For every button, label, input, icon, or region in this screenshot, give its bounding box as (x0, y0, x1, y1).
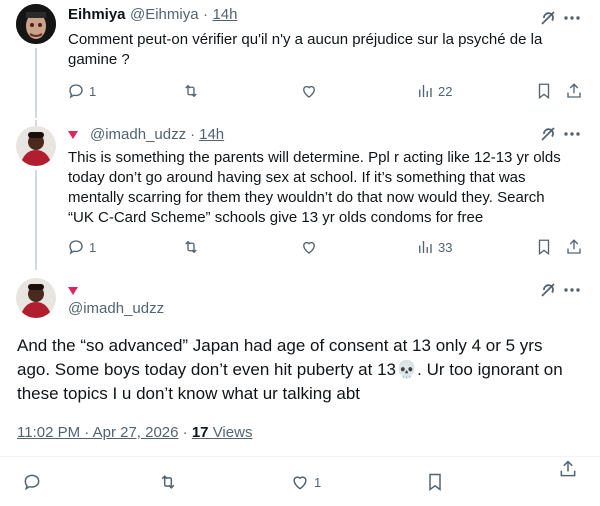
tweet2-reply-count: 1 (89, 239, 97, 255)
main-text-line: And the “so advanced” Japan had age of c… (17, 336, 543, 355)
main-meta-separator: · (182, 424, 188, 441)
avatar-imadh[interactable] (16, 126, 56, 166)
reply-icon (69, 84, 83, 99)
tweet2-time[interactable]: 14h (199, 126, 224, 143)
main-like-count: 1 (314, 474, 322, 490)
divider (0, 456, 600, 457)
tweet2-text: This is something the parents will deter… (68, 148, 593, 228)
grok-icon[interactable] (538, 8, 558, 28)
tweet2-text-line: “UK C-Card Scheme” schools give 13 yr ol… (68, 209, 484, 226)
reply-icon (24, 474, 40, 491)
main-views-label: Views (212, 424, 253, 441)
tweet2-views-count: 33 (438, 239, 453, 255)
main-reply-button[interactable] (22, 472, 42, 492)
tweet1-text: Comment peut-on vérifier qu'il n'y a auc… (68, 30, 588, 70)
tweet2-handle[interactable]: @imadh_udzz (90, 126, 186, 143)
tweet1-reply-button[interactable]: 1 (67, 82, 96, 100)
tweet2-header: @imadh_udzz · 14h (68, 126, 224, 143)
tweet1-views-count: 22 (438, 83, 453, 99)
tweet1-header: Eihmiya @Eihmiya · 14h (68, 6, 238, 24)
tweet1-text-line2: gamine ? (68, 51, 130, 68)
retweet-icon (161, 475, 175, 489)
main-views-link[interactable]: 17 Views (192, 424, 253, 441)
red-triangle-badge-icon (68, 287, 78, 295)
main-retweet-button[interactable] (158, 472, 178, 492)
red-triangle-badge-icon (68, 130, 78, 139)
tweet1-text-line1: Comment peut-on vérifier qu'il n'y a auc… (68, 31, 543, 48)
tweet2-retweet-button[interactable] (182, 238, 200, 256)
retweet-icon (185, 240, 197, 254)
tweet2-bookmark-button[interactable] (535, 238, 553, 256)
main-text-line: ago. Some boys today don’t even hit pube… (17, 360, 563, 379)
bookmark-icon (429, 473, 441, 491)
grok-icon[interactable] (538, 124, 558, 144)
main-text: And the “so advanced” Japan had age of c… (17, 334, 597, 406)
tweet1-views-button[interactable]: 22 (416, 82, 452, 100)
views-chart-icon (419, 85, 432, 97)
main-share-button[interactable] (558, 459, 578, 479)
main-like-button[interactable]: 1 (290, 472, 321, 492)
tweet2-text-line: today don’t go around having sex at scho… (68, 169, 526, 186)
tweet1-share-button[interactable] (565, 82, 583, 100)
share-icon (567, 239, 581, 254)
bookmark-icon (538, 239, 550, 256)
more-icon[interactable] (562, 124, 582, 144)
main-handle[interactable]: @imadh_udzz (68, 300, 164, 317)
tweet1-display-name[interactable]: Eihmiya (68, 6, 126, 23)
main-text-line: these topics I u don’t know what ur talk… (17, 384, 361, 403)
more-icon[interactable] (562, 8, 582, 28)
tweet1-reply-count: 1 (89, 83, 97, 99)
main-badge (68, 282, 78, 300)
main-views-count: 17 (191, 424, 209, 441)
tweet1-time[interactable]: 14h (212, 6, 237, 23)
share-icon (567, 83, 581, 98)
bookmark-icon (538, 83, 550, 100)
tweet1-retweet-button[interactable] (182, 82, 200, 100)
avatar-eihmiya[interactable] (16, 4, 56, 44)
tweet1-bookmark-button[interactable] (535, 82, 553, 100)
grok-icon[interactable] (538, 280, 558, 300)
tweet2-reply-button[interactable]: 1 (67, 238, 96, 256)
views-chart-icon (419, 241, 432, 253)
tweet2-text-line: mentally scarring for them they wouldn’t… (68, 189, 545, 206)
tweet2-views-button[interactable]: 33 (416, 238, 452, 256)
retweet-icon (185, 84, 197, 98)
tweet1-handle[interactable]: @Eihmiya (130, 6, 199, 23)
reply-icon (69, 240, 83, 255)
heart-icon (303, 85, 315, 98)
tweet2-separator: · (190, 126, 196, 143)
thread-line (35, 48, 37, 118)
heart-icon (303, 241, 315, 254)
avatar-imadh-main[interactable] (16, 278, 56, 318)
tweet2-share-button[interactable] (565, 238, 583, 256)
tweet1-separator: · (203, 6, 209, 23)
tweet1-like-button[interactable] (300, 82, 318, 100)
tweet2-like-button[interactable] (300, 238, 318, 256)
thread-line (35, 170, 37, 270)
tweet2-text-line: This is something the parents will deter… (68, 149, 561, 166)
share-icon (560, 460, 576, 477)
main-timestamp[interactable]: 11:02 PM · Apr 27, 2026 (17, 424, 179, 441)
main-meta: 11:02 PM · Apr 27, 2026 · 17 Views (17, 424, 252, 441)
main-bookmark-button[interactable] (425, 472, 445, 492)
heart-icon (293, 476, 307, 490)
more-icon[interactable] (562, 280, 582, 300)
